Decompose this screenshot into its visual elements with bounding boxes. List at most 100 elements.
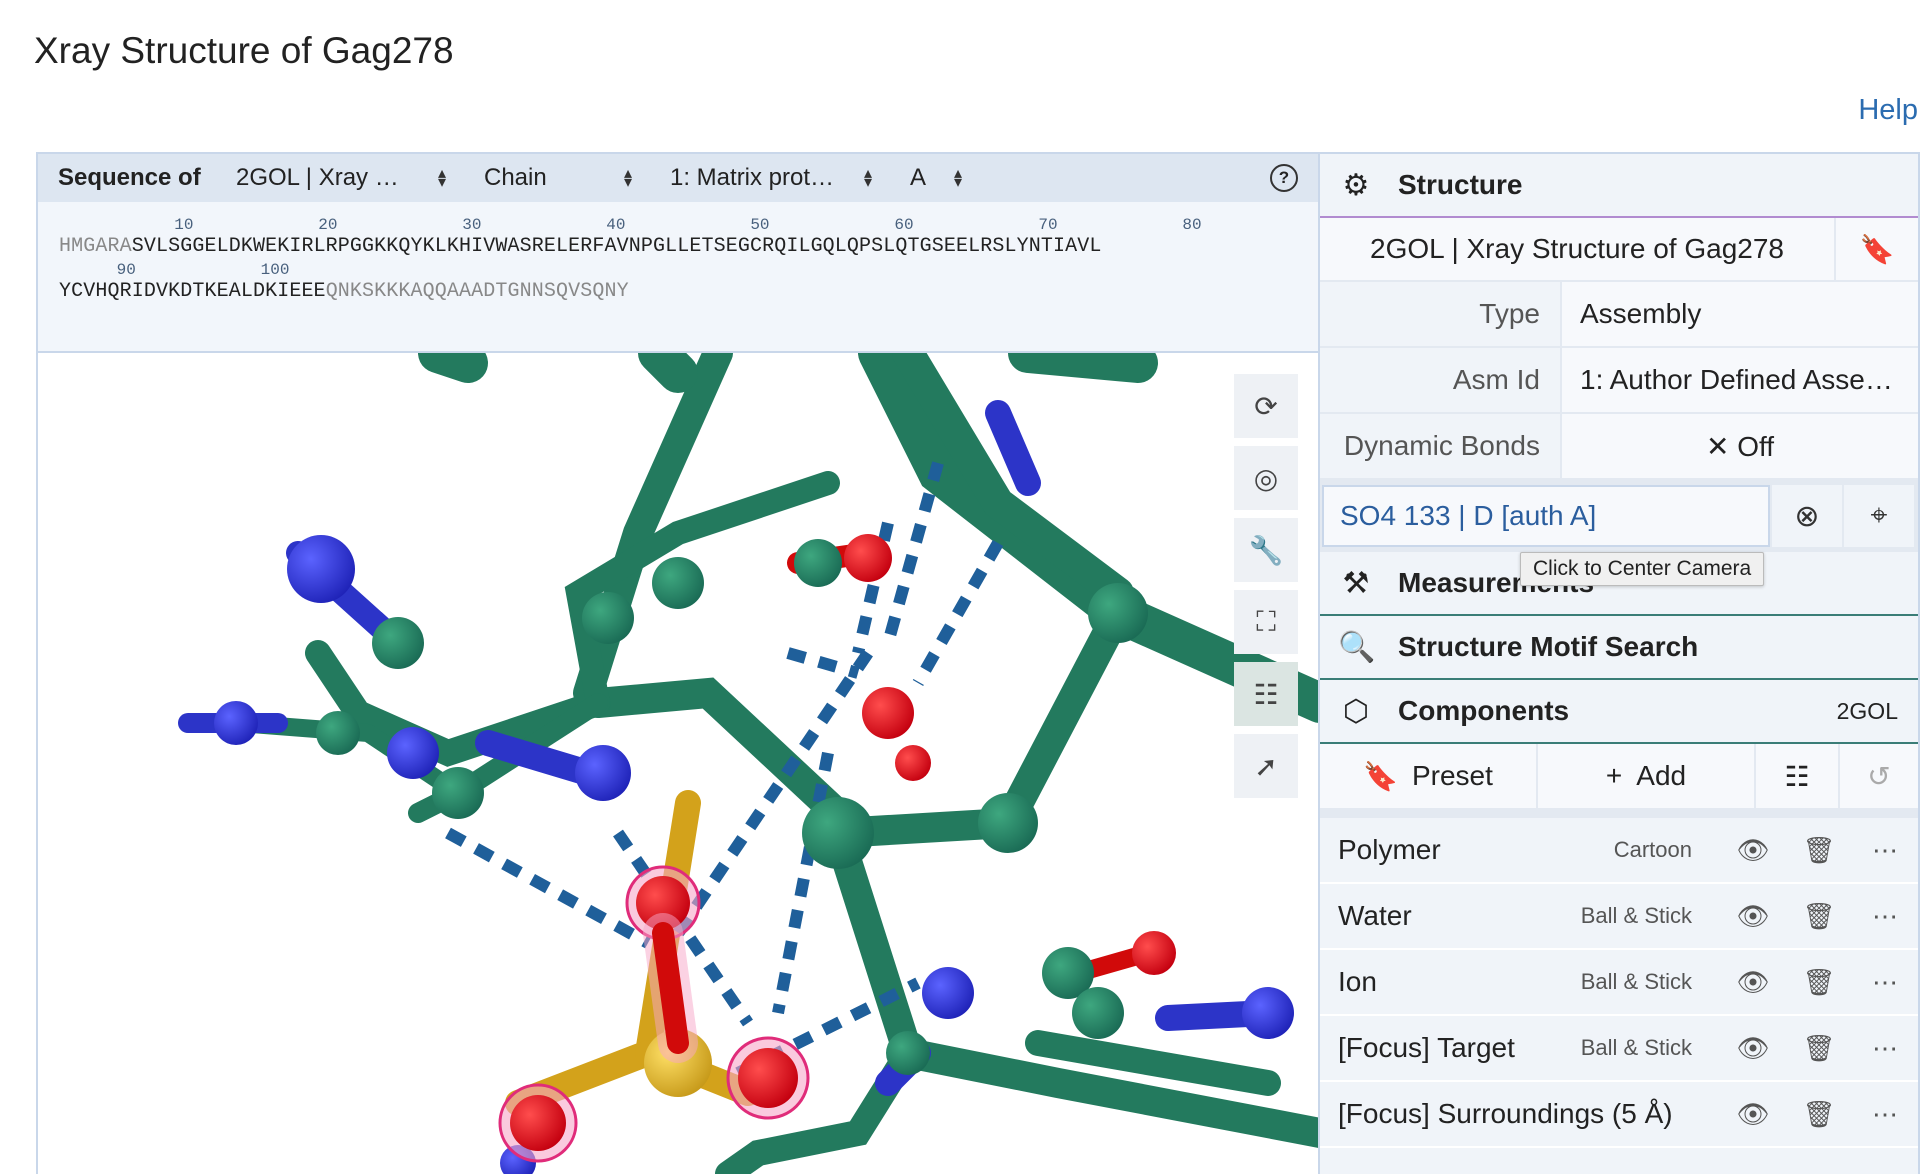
close-circle-icon: ⊗	[1794, 499, 1820, 533]
add-label: Add	[1636, 760, 1687, 791]
component-name: Water	[1338, 900, 1412, 931]
sequence-text[interactable]: YCVHQRIDVKDTKEALDKIEEEQNKSKKKAQQAAADTGNN…	[59, 280, 629, 303]
select-arrows-icon: ▴ ▾	[863, 165, 872, 191]
chain-select[interactable]: A ▴ ▾	[892, 154, 982, 202]
sequence-numbers: 90 100	[59, 261, 290, 279]
dynamic-bonds-label: Dynamic Bonds	[1343, 430, 1540, 461]
components-header-label: Components	[1398, 695, 1570, 726]
settings-sliders-icon: ☷	[1253, 678, 1279, 710]
wrench-icon: 🔧	[1248, 534, 1284, 566]
component-name: Polymer	[1338, 834, 1441, 865]
motif-search-section-header[interactable]: 🔍 Structure Motif Search	[1320, 616, 1918, 680]
dynamic-bonds-row: Dynamic Bonds ✕ Off	[1320, 414, 1918, 480]
component-representation: Ball & Stick	[1580, 969, 1692, 994]
component-name: [Focus] Surroundings (5 Å)	[1338, 1098, 1673, 1129]
help-icon[interactable]: ?	[1270, 164, 1298, 192]
screenshot-icon: ◎	[1253, 462, 1279, 494]
sequence-body: 10 20 30 40 50 60 70 80 HMGARASVLSGGELDK…	[38, 202, 1318, 303]
entity-select[interactable]: 1: Matrix prot… ▴ ▾	[652, 154, 892, 202]
trash-icon[interactable]: 🗑	[1786, 835, 1852, 866]
reset-camera-button[interactable]: ⟳	[1234, 374, 1298, 438]
components-toolbar: 🔖 Preset + Add ☷ ↺	[1320, 744, 1918, 818]
component-name: Ion	[1338, 966, 1377, 997]
sequence-modeled[interactable]: SVLSGGELDKWEKIRLRPGGKKQYKLKHIVWASRELERFA…	[132, 235, 1102, 258]
center-camera-tooltip: Click to Center Camera	[1520, 552, 1765, 586]
molecule-viewport[interactable]	[36, 353, 1318, 1174]
preset-button[interactable]: 🔖 Preset	[1320, 744, 1538, 808]
eye-icon[interactable]: 👁	[1720, 901, 1786, 932]
settings-sliders-icon: ☷	[1784, 760, 1810, 792]
search-icon: 🔍	[1338, 630, 1376, 664]
viewport-toolbar: ⟳ ◎ 🔧 ⛶ ☷ ➚	[1234, 374, 1298, 806]
component-row[interactable]: Ion Ball & Stick 👁 🗑 ⋯	[1320, 950, 1918, 1016]
trash-icon[interactable]: 🗑	[1786, 967, 1852, 998]
controls-button[interactable]: 🔧	[1234, 518, 1298, 582]
more-icon[interactable]: ⋯	[1852, 1099, 1918, 1130]
sequence-unmodeled[interactable]: QNKSKKKAQQAAADTGNNSQVSQNY	[326, 280, 629, 303]
screenshot-button[interactable]: ◎	[1234, 446, 1298, 510]
component-options-button[interactable]: ☷	[1756, 744, 1840, 808]
structure-section-header[interactable]: ⚙ Structure	[1320, 154, 1918, 218]
undo-button[interactable]: ↺	[1840, 744, 1918, 808]
dynamic-bonds-toggle[interactable]: ✕ Off	[1560, 414, 1918, 478]
history-icon: ↺	[1867, 760, 1891, 792]
trash-icon[interactable]: 🗑	[1786, 1033, 1852, 1064]
sequence-text[interactable]: HMGARASVLSGGELDKWEKIRLRPGGKKQYKLKHIVWASR…	[59, 235, 1102, 258]
structure-header-label: Structure	[1398, 169, 1523, 200]
more-icon[interactable]: ⋯	[1852, 967, 1918, 998]
mode-select[interactable]: Chain ▴ ▾	[466, 154, 652, 202]
structure-select-value: 2GOL | Xray …	[236, 164, 399, 191]
component-name: [Focus] Target	[1338, 1032, 1515, 1063]
fullscreen-button[interactable]: ⛶	[1234, 590, 1298, 654]
more-icon[interactable]: ⋯	[1852, 901, 1918, 932]
more-icon[interactable]: ⋯	[1852, 835, 1918, 866]
type-select[interactable]: Assembly	[1560, 282, 1918, 346]
molecule-render[interactable]	[38, 353, 1318, 1174]
focus-target-button[interactable]: SO4 133 | D [auth A]	[1322, 485, 1770, 547]
more-icon[interactable]: ⋯	[1852, 1033, 1918, 1064]
bookmark-icon[interactable]: 🔖	[1834, 218, 1918, 280]
center-focus-icon: ⌖	[1870, 499, 1888, 532]
component-representation: Ball & Stick	[1580, 1035, 1692, 1060]
cube-icon: ⬡	[1342, 694, 1370, 728]
page-title: Xray Structure of Gag278	[34, 30, 454, 71]
clear-focus-button[interactable]: ⊗	[1772, 485, 1842, 547]
eye-icon[interactable]: 👁	[1720, 835, 1786, 866]
eye-icon[interactable]: 👁	[1720, 967, 1786, 998]
bookmark-icon: 🔖	[1363, 760, 1398, 792]
sulfate-focus	[498, 865, 810, 1163]
plus-icon: +	[1605, 760, 1623, 791]
asm-id-label: Asm Id	[1452, 364, 1540, 395]
component-row[interactable]: Polymer Cartoon 👁 🗑 ⋯	[1320, 818, 1918, 884]
component-row[interactable]: [Focus] Target Ball & Stick 👁 🗑 ⋯	[1320, 1016, 1918, 1082]
structure-title: 2GOL | Xray Structure of Gag278	[1370, 233, 1784, 264]
right-panel: ⚙ Structure 2GOL | Xray Structure of Gag…	[1318, 152, 1920, 1174]
help-link[interactable]: Help	[1858, 94, 1918, 127]
sequence-line: 90 100 YCVHQRIDVKDTKEALDKIEEEQNKSKKKAQQA…	[59, 257, 1318, 303]
components-section-header[interactable]: ⬡ Components 2GOL	[1320, 680, 1918, 744]
component-representation: Ball & Stick	[1580, 903, 1692, 928]
asm-id-row: Asm Id 1: Author Defined Asse…	[1320, 348, 1918, 414]
component-row[interactable]: [Focus] Surroundings (5 Å) 👁 🗑 ⋯	[1320, 1082, 1918, 1148]
sequence-line: 10 20 30 40 50 60 70 80 HMGARASVLSGGELDK…	[59, 212, 1318, 258]
component-row[interactable]: Water Ball & Stick 👁 🗑 ⋯	[1320, 884, 1918, 950]
selection-mode-button[interactable]: ➚	[1234, 734, 1298, 798]
eye-icon[interactable]: 👁	[1720, 1033, 1786, 1064]
reset-camera-icon: ⟳	[1254, 390, 1278, 422]
gear-icon: ⚙	[1342, 168, 1370, 202]
sequence-unmodeled[interactable]: HMGARA	[59, 235, 132, 258]
center-camera-button[interactable]: ⌖	[1844, 485, 1914, 547]
selection-mode-icon: ➚	[1254, 750, 1278, 782]
select-arrows-icon: ▴ ▾	[623, 165, 632, 191]
trash-icon[interactable]: 🗑	[1786, 901, 1852, 932]
trash-icon[interactable]: 🗑	[1786, 1099, 1852, 1130]
asm-id-select[interactable]: 1: Author Defined Asse…	[1560, 348, 1918, 412]
component-representation: Cartoon	[1613, 837, 1692, 862]
chain-select-value: A	[910, 164, 927, 191]
sequence-modeled[interactable]: YCVHQRIDVKDTKEALDKIEEE	[59, 280, 326, 303]
structure-select[interactable]: 2GOL | Xray … ▴ ▾	[218, 154, 466, 202]
select-arrows-icon: ▴ ▾	[953, 165, 962, 191]
add-component-button[interactable]: + Add	[1538, 744, 1756, 808]
eye-icon[interactable]: 👁	[1720, 1099, 1786, 1130]
settings-button[interactable]: ☷	[1234, 662, 1298, 726]
